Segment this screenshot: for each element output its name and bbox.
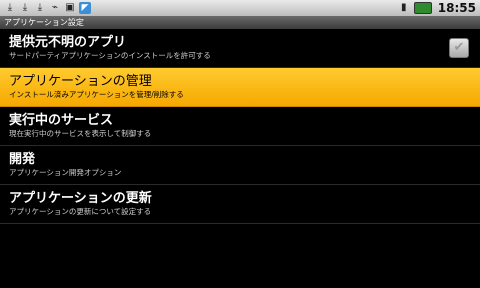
clock: 18:55 <box>437 1 476 15</box>
setting-unknown-sources[interactable]: 提供元不明のアプリ サードパーティアプリケーションのインストールを許可する ✔ <box>0 29 480 68</box>
status-bar: ⤓ ⤓ ⤓ ⌁ ▣ ◤ ▮ 18:55 <box>0 0 480 16</box>
setting-title: 実行中のサービス <box>9 113 114 128</box>
setting-app-updates[interactable]: アプリケーションの更新 アプリケーションの更新について設定する <box>0 185 480 224</box>
setting-running-services[interactable]: 実行中のサービス 現在実行中のサービスを表示して制御する <box>0 107 480 146</box>
setting-summary: アプリケーション開発オプション <box>9 168 122 177</box>
setting-summary: アプリケーションの更新について設定する <box>9 207 152 216</box>
setting-title: 開発 <box>9 152 36 167</box>
setting-summary: サードパーティアプリケーションのインストールを許可する <box>9 51 211 60</box>
setting-title: アプリケーションの更新 <box>9 191 152 206</box>
download-icon: ⤓ <box>37 2 43 13</box>
setting-title: 提供元不明のアプリ <box>9 35 127 50</box>
download-icon: ⤓ <box>7 2 13 13</box>
unknown-sources-checkbox[interactable]: ✔ <box>449 38 469 58</box>
setting-summary: インストール済みアプリケーションを管理/削除する <box>9 90 184 99</box>
download-icon: ⤓ <box>22 2 28 13</box>
app-notification-icon: ◤ <box>79 2 91 14</box>
setting-summary: 現在実行中のサービスを表示して制御する <box>9 129 152 138</box>
setting-title: アプリケーションの管理 <box>9 74 152 89</box>
setting-manage-applications[interactable]: アプリケーションの管理 インストール済みアプリケーションを管理/削除する <box>0 68 480 107</box>
sim-icon: ▮ <box>401 2 407 13</box>
setting-development[interactable]: 開発 アプリケーション開発オプション <box>0 146 480 185</box>
sd-card-icon: ▣ <box>65 2 75 13</box>
settings-list: 提供元不明のアプリ サードパーティアプリケーションのインストールを許可する ✔ … <box>0 29 480 224</box>
check-icon: ✔ <box>453 40 465 55</box>
usb-icon: ⌁ <box>51 2 59 13</box>
battery-icon <box>413 2 432 14</box>
window-title: アプリケーション設定 <box>0 16 480 29</box>
notification-icons[interactable]: ⤓ ⤓ ⤓ ⌁ ▣ ◤ <box>4 2 398 14</box>
